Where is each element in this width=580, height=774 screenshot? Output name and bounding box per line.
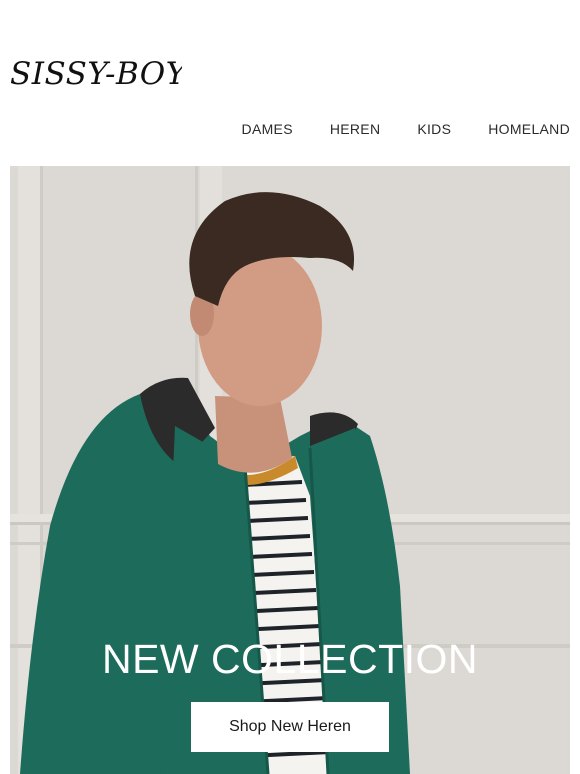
shop-new-heren-button[interactable]: Shop New Heren (191, 702, 389, 752)
nav-item-heren[interactable]: HEREN (330, 121, 381, 137)
main-nav: DAMES HEREN KIDS HOMELAND (242, 121, 570, 137)
nav-item-dames[interactable]: DAMES (242, 121, 293, 137)
brand-logo[interactable]: SISSY-BOY (10, 50, 182, 96)
logo-wordmark: SISSY-BOY (10, 56, 182, 92)
hero-title: NEW COLLECTION (101, 636, 479, 682)
nav-item-homeland[interactable]: HOMELAND (488, 121, 570, 137)
logo-text: SISSY-BOY (10, 56, 182, 92)
hero-banner[interactable]: NEW COLLECTION Shop New Heren (10, 166, 570, 774)
nav-item-kids[interactable]: KIDS (417, 121, 451, 137)
